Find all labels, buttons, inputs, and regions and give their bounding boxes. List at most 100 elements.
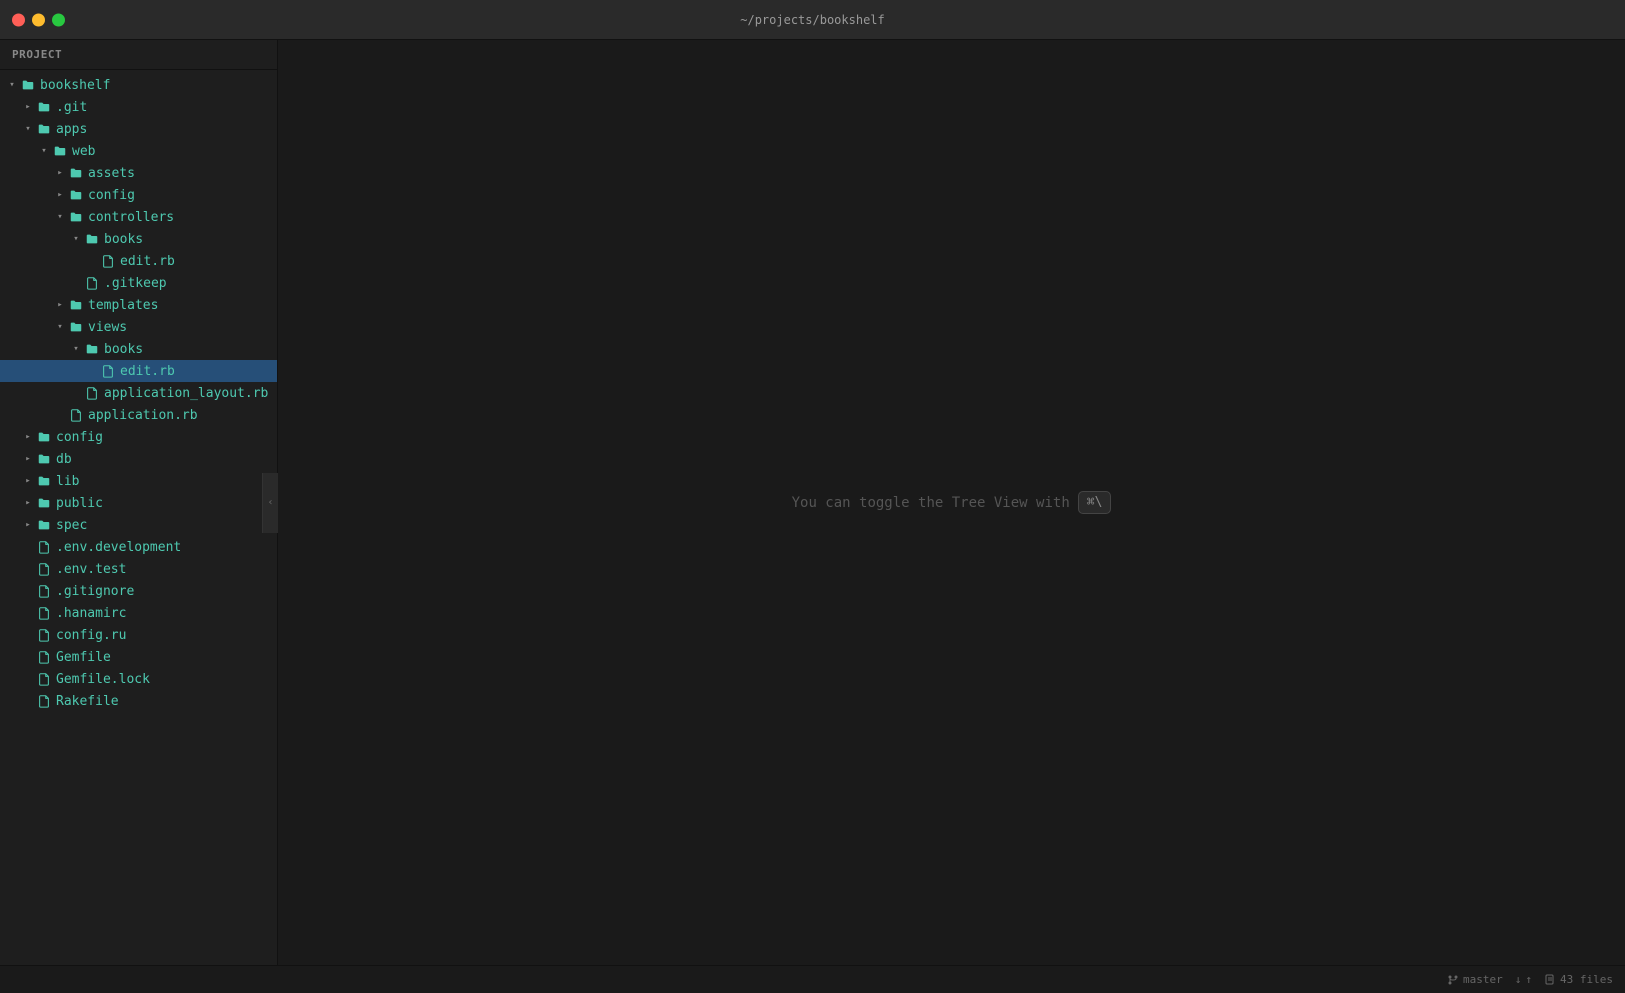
tree-item-config[interactable]: config — [0, 426, 277, 448]
tree-item-edit-rb-ctrl[interactable]: edit.rb — [0, 250, 277, 272]
item-label-gitkeep: .gitkeep — [104, 276, 167, 291]
chevron-templates — [52, 297, 68, 313]
chevron-views — [52, 319, 68, 335]
sidebar: Project bookshelf .git apps web assets c… — [0, 40, 278, 965]
file-icon-config-ru — [36, 627, 52, 643]
item-label-application-layout: application_layout.rb — [104, 386, 268, 401]
tree-item-gitkeep[interactable]: .gitkeep — [0, 272, 277, 294]
tree-item-env-test[interactable]: .env.test — [0, 558, 277, 580]
chevron-db — [20, 451, 36, 467]
item-label-web: web — [72, 144, 95, 159]
tree-item-hanamirc[interactable]: .hanamirc — [0, 602, 277, 624]
tree-item-git[interactable]: .git — [0, 96, 277, 118]
tree-item-books-views[interactable]: books — [0, 338, 277, 360]
item-label-spec: spec — [56, 518, 87, 533]
item-label-books-views: books — [104, 342, 143, 357]
editor-area: You can toggle the Tree View with ⌘\ — [278, 40, 1625, 965]
toggle-hint: You can toggle the Tree View with ⌘\ — [792, 491, 1112, 514]
maximize-button[interactable] — [52, 13, 65, 26]
file-icon-gitignore — [36, 583, 52, 599]
item-label-rakefile: Rakefile — [56, 694, 119, 709]
item-label-gemfile-lock: Gemfile.lock — [56, 672, 150, 687]
tree-item-apps[interactable]: apps — [0, 118, 277, 140]
tree-item-views[interactable]: views — [0, 316, 277, 338]
chevron-spec — [20, 517, 36, 533]
tree-item-spec[interactable]: spec — [0, 514, 277, 536]
folder-icon-config — [36, 429, 52, 445]
file-icon-hanamirc — [36, 605, 52, 621]
tree-item-templates[interactable]: templates — [0, 294, 277, 316]
item-label-books-ctrl: books — [104, 232, 143, 247]
chevron-controllers — [52, 209, 68, 225]
tree-item-db[interactable]: db — [0, 448, 277, 470]
file-icon-gemfile — [36, 649, 52, 665]
titlebar: ~/projects/bookshelf — [0, 0, 1625, 40]
tree-item-lib[interactable]: lib — [0, 470, 277, 492]
tree-item-books-ctrl[interactable]: books — [0, 228, 277, 250]
chevron-books-views — [68, 341, 84, 357]
item-label-controllers: controllers — [88, 210, 174, 225]
statusbar-file-icon: 43 files — [1544, 973, 1613, 986]
chevron-books-ctrl — [68, 231, 84, 247]
tree-item-application-layout[interactable]: application_layout.rb — [0, 382, 277, 404]
chevron-assets — [52, 165, 68, 181]
sidebar-header: Project — [0, 40, 277, 70]
tree-item-config-ru[interactable]: config.ru — [0, 624, 277, 646]
files-count: 43 files — [1560, 973, 1613, 986]
folder-icon-assets — [68, 165, 84, 181]
tree-item-rakefile[interactable]: Rakefile — [0, 690, 277, 712]
tree-item-web[interactable]: web — [0, 140, 277, 162]
branch-name: master — [1463, 973, 1503, 986]
folder-icon-books-views — [84, 341, 100, 357]
folder-icon-controllers — [68, 209, 84, 225]
tree-item-application-rb[interactable]: application.rb — [0, 404, 277, 426]
up-arrow-icon: ↑ — [1525, 973, 1532, 986]
file-icon-gitkeep — [84, 275, 100, 291]
close-button[interactable] — [12, 13, 25, 26]
tree-item-public[interactable]: public — [0, 492, 277, 514]
tree-item-config-web[interactable]: config — [0, 184, 277, 206]
shortcut-kbd: ⌘\ — [1078, 491, 1112, 514]
chevron-bookshelf — [4, 77, 20, 93]
window-title: ~/projects/bookshelf — [740, 13, 885, 27]
item-label-gitignore: .gitignore — [56, 584, 134, 599]
file-icon-edit-rb-views — [100, 363, 116, 379]
item-label-db: db — [56, 452, 72, 467]
minimize-button[interactable] — [32, 13, 45, 26]
file-tree: bookshelf .git apps web assets config co… — [0, 70, 277, 716]
folder-icon-db — [36, 451, 52, 467]
main-layout: Project bookshelf .git apps web assets c… — [0, 40, 1625, 965]
tree-item-assets[interactable]: assets — [0, 162, 277, 184]
item-label-assets: assets — [88, 166, 135, 181]
file-icon-edit-rb-ctrl — [100, 253, 116, 269]
item-label-views: views — [88, 320, 127, 335]
file-icon-gemfile-lock — [36, 671, 52, 687]
tree-item-bookshelf[interactable]: bookshelf — [0, 74, 277, 96]
item-label-edit-rb-ctrl: edit.rb — [120, 254, 175, 269]
statusbar: master ↓ ↑ 43 files — [0, 965, 1625, 993]
folder-icon-bookshelf — [20, 77, 36, 93]
folder-icon-lib — [36, 473, 52, 489]
sidebar-collapse-handle[interactable]: ‹ — [262, 473, 278, 533]
tree-item-gitignore[interactable]: .gitignore — [0, 580, 277, 602]
item-label-config-ru: config.ru — [56, 628, 126, 643]
file-icon-application-rb — [68, 407, 84, 423]
down-arrow-icon: ↓ — [1515, 973, 1522, 986]
item-label-lib: lib — [56, 474, 79, 489]
chevron-config-web — [52, 187, 68, 203]
folder-icon-books-ctrl — [84, 231, 100, 247]
tree-item-edit-rb-views[interactable]: edit.rb — [0, 360, 277, 382]
chevron-apps — [20, 121, 36, 137]
tree-item-env-dev[interactable]: .env.development — [0, 536, 277, 558]
chevron-lib — [20, 473, 36, 489]
item-label-env-test: .env.test — [56, 562, 126, 577]
tree-item-gemfile-lock[interactable]: Gemfile.lock — [0, 668, 277, 690]
item-label-hanamirc: .hanamirc — [56, 606, 126, 621]
folder-icon-git — [36, 99, 52, 115]
tree-item-gemfile[interactable]: Gemfile — [0, 646, 277, 668]
item-label-gemfile: Gemfile — [56, 650, 111, 665]
files-icon — [1544, 974, 1556, 986]
tree-item-controllers[interactable]: controllers — [0, 206, 277, 228]
folder-icon-templates — [68, 297, 84, 313]
folder-icon-apps — [36, 121, 52, 137]
